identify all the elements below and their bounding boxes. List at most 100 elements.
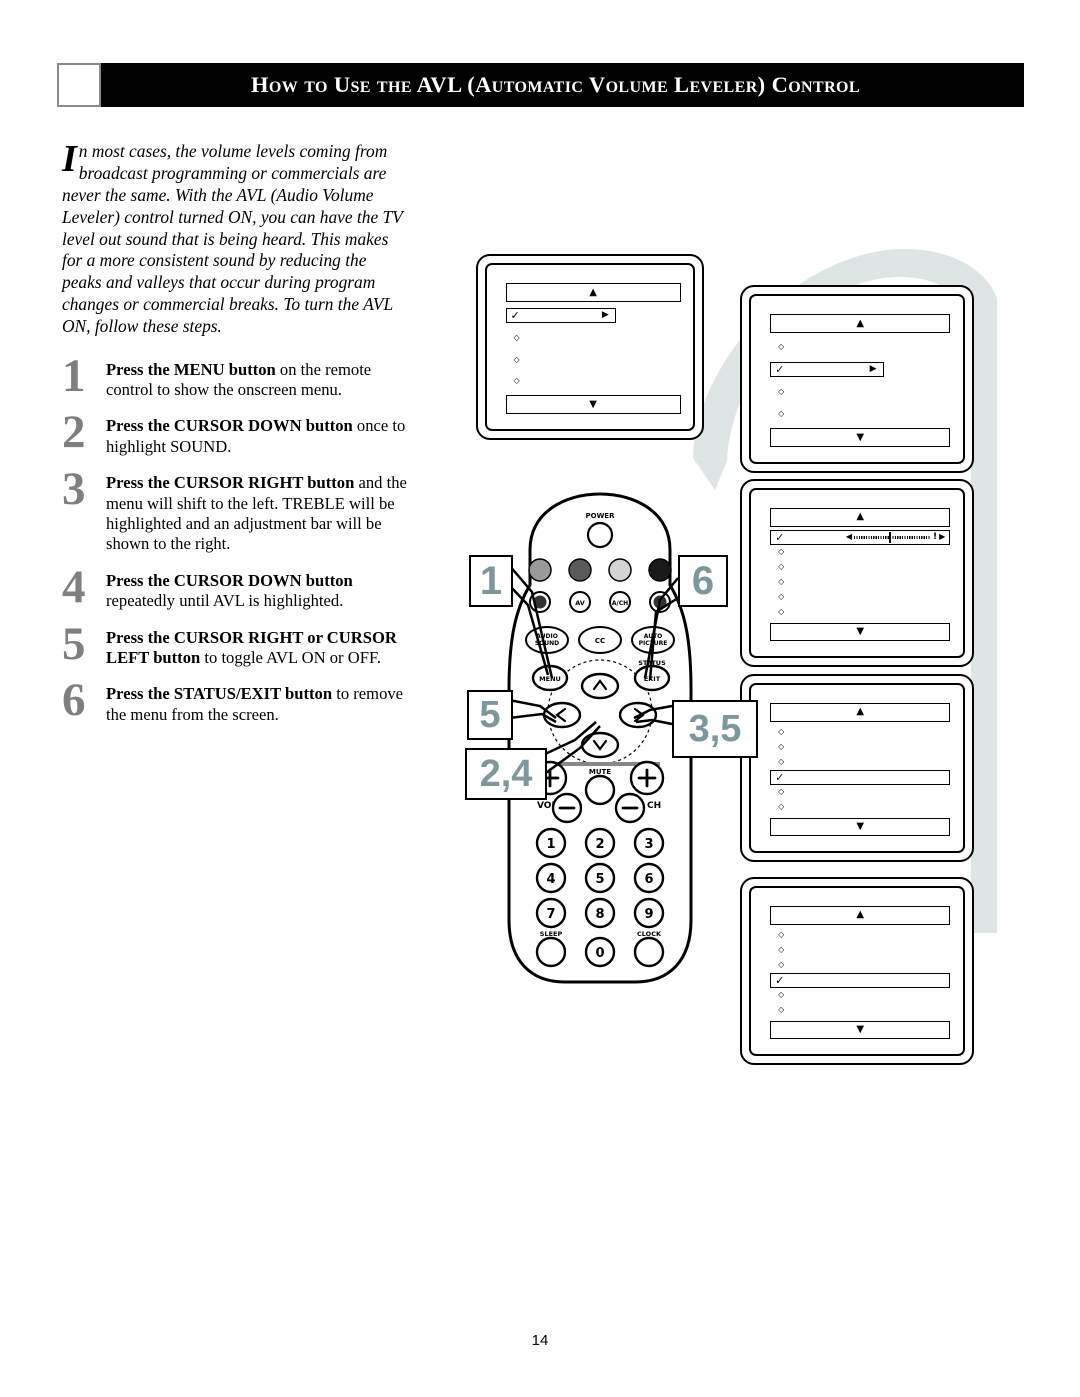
menu-row[interactable]: ◇ bbox=[506, 330, 681, 345]
menu-row-selected[interactable]: ✓ ▶ bbox=[770, 362, 884, 378]
callout-6: 6 bbox=[678, 555, 728, 607]
page-header: How to Use the AVL (Automatic Volume Lev… bbox=[57, 63, 1024, 107]
diamond-bullet-icon: ◇ bbox=[513, 354, 520, 364]
intro-paragraph: In most cases, the volume levels coming … bbox=[62, 138, 410, 337]
menu-row[interactable]: ◇ bbox=[506, 374, 681, 389]
menu-row[interactable]: ◇ bbox=[770, 384, 950, 399]
tv-screen-5: ▲ ◇ ◇ ◇ ✓ ◇ ◇ ▼ bbox=[740, 877, 974, 1065]
cursor-left-button bbox=[542, 701, 582, 729]
osd-menu-3: ▲ ✓ ◀ ! ▶ ◇ ◇ ◇ ◇ ◇ ▼ bbox=[770, 508, 951, 642]
adjustment-slider[interactable]: ◀ ! ▶ bbox=[846, 531, 945, 543]
color-button-4 bbox=[648, 558, 672, 582]
check-icon: ✓ bbox=[775, 770, 785, 784]
osd-menu-1: ▲ ✓ ▶ ◇ ◇ ◇ ▼ bbox=[505, 283, 681, 415]
osd-menu-5: ▲ ◇ ◇ ◇ ✓ ◇ ◇ ▼ bbox=[770, 906, 951, 1040]
menu-row[interactable]: ◇ bbox=[770, 755, 950, 770]
svg-text:7: 7 bbox=[546, 907, 555, 922]
step-text: Press the CURSOR RIGHT button and the me… bbox=[106, 473, 410, 555]
menu-scroll-down-bar: ▼ bbox=[770, 1020, 951, 1040]
menu-scroll-down-bar: ▼ bbox=[505, 395, 681, 415]
svg-text:5: 5 bbox=[595, 872, 604, 887]
menu-row[interactable]: ◇ bbox=[770, 725, 950, 740]
step-number: 6 bbox=[62, 674, 86, 727]
step-bold-text: Press the CURSOR DOWN button bbox=[106, 570, 353, 590]
menu-row[interactable]: ◇ bbox=[770, 958, 950, 973]
menu-row[interactable]: ◇ bbox=[770, 605, 950, 620]
cursor-down-button bbox=[580, 731, 620, 759]
svg-text:8: 8 bbox=[595, 907, 604, 922]
diamond-bullet-icon: ◇ bbox=[778, 990, 785, 1000]
diamond-bullet-icon: ◇ bbox=[778, 386, 785, 396]
svg-text:CC: CC bbox=[595, 637, 605, 645]
menu-row[interactable]: ◇ bbox=[770, 406, 950, 421]
svg-text:1: 1 bbox=[546, 837, 555, 852]
step-item: 2 Press the CURSOR DOWN button once to h… bbox=[62, 409, 410, 457]
menu-row[interactable]: ◇ bbox=[770, 943, 950, 958]
tv-screen-4: ▲ ◇ ◇ ◇ ✓ ◇ ◇ ▼ bbox=[740, 674, 974, 862]
svg-text:9: 9 bbox=[644, 907, 653, 922]
clock-button bbox=[633, 936, 665, 968]
diamond-bullet-icon: ◇ bbox=[513, 332, 520, 342]
menu-scroll-up-bar: ▲ bbox=[505, 283, 681, 303]
page-number: 14 bbox=[531, 1332, 549, 1349]
svg-text:0: 0 bbox=[595, 946, 604, 961]
menu-scroll-down-bar: ▼ bbox=[770, 817, 951, 837]
menu-row[interactable]: ◇ bbox=[770, 340, 950, 355]
header-white-box bbox=[57, 63, 101, 107]
header-black-bar: How to Use the AVL (Automatic Volume Lev… bbox=[101, 63, 1024, 107]
slider-right-arrow-icon[interactable]: ▶ bbox=[939, 533, 945, 541]
svg-text:SOUND: SOUND bbox=[535, 640, 559, 647]
chevron-right-icon: ▶ bbox=[869, 364, 877, 375]
menu-row[interactable]: ◇ bbox=[770, 800, 950, 815]
tv-screen-2: ▲ ◇ ✓ ▶ ◇ ◇ ▼ bbox=[740, 285, 974, 473]
slider-left-arrow-icon[interactable]: ◀ bbox=[846, 533, 852, 541]
step-number: 3 bbox=[62, 463, 86, 516]
menu-row[interactable]: ◇ bbox=[770, 988, 950, 1003]
osd-menu-2: ▲ ◇ ✓ ▶ ◇ ◇ ▼ bbox=[770, 314, 951, 448]
sleep-button bbox=[535, 936, 567, 968]
color-button-1 bbox=[528, 558, 552, 582]
svg-text:MUTE: MUTE bbox=[589, 768, 611, 776]
check-icon: ✓ bbox=[775, 363, 785, 377]
slider-marker: ! bbox=[933, 531, 938, 542]
menu-row-selected[interactable]: ✓ ◀ ! ▶ bbox=[770, 529, 951, 545]
menu-scroll-down-bar: ▼ bbox=[770, 428, 951, 448]
diamond-bullet-icon: ◇ bbox=[778, 577, 785, 587]
menu-row[interactable]: ◇ bbox=[770, 590, 950, 605]
intro-dropcap: I bbox=[62, 138, 77, 181]
menu-row-selected[interactable]: ✓ bbox=[770, 769, 951, 785]
menu-row[interactable]: ◇ bbox=[770, 560, 950, 575]
intro-text: n most cases, the volume levels coming f… bbox=[62, 141, 403, 336]
menu-row[interactable]: ◇ bbox=[770, 740, 950, 755]
check-icon: ✓ bbox=[775, 973, 785, 987]
diamond-bullet-icon: ◇ bbox=[778, 960, 785, 970]
diamond-bullet-icon: ◇ bbox=[778, 562, 785, 572]
menu-scroll-up-bar: ▲ bbox=[770, 314, 951, 334]
slider-dots bbox=[854, 535, 932, 539]
menu-row[interactable]: ◇ bbox=[770, 1003, 950, 1018]
svg-text:A/CH: A/CH bbox=[612, 600, 628, 607]
menu-row[interactable]: ◇ bbox=[770, 928, 950, 943]
menu-row-selected[interactable]: ✓ ▶ bbox=[505, 308, 616, 324]
svg-text:6: 6 bbox=[644, 872, 653, 887]
svg-text:2: 2 bbox=[595, 837, 604, 852]
diamond-bullet-icon: ◇ bbox=[778, 607, 785, 617]
menu-row[interactable]: ◇ bbox=[770, 545, 950, 560]
slider-track[interactable] bbox=[854, 531, 932, 543]
diamond-bullet-icon: ◇ bbox=[778, 802, 785, 812]
svg-text:CLOCK: CLOCK bbox=[637, 930, 662, 938]
step-rest-text: repeatedly until AVL is highlighted. bbox=[106, 591, 344, 611]
step-item: 5 Press the CURSOR RIGHT or CURSOR LEFT … bbox=[62, 620, 410, 669]
slider-knob[interactable] bbox=[888, 531, 891, 543]
diamond-bullet-icon: ◇ bbox=[513, 376, 520, 386]
menu-row[interactable]: ◇ bbox=[506, 352, 681, 367]
svg-text:AV: AV bbox=[575, 599, 585, 607]
menu-row[interactable]: ◇ bbox=[770, 575, 950, 590]
menu-row[interactable]: ◇ bbox=[770, 785, 950, 800]
svg-text:EXIT: EXIT bbox=[644, 675, 661, 683]
svg-text:AUDIO: AUDIO bbox=[536, 633, 558, 640]
step-number: 4 bbox=[62, 560, 86, 613]
step-item: 6 Press the STATUS/EXIT button to remove… bbox=[62, 677, 410, 725]
menu-row-selected[interactable]: ✓ bbox=[770, 972, 951, 988]
diamond-bullet-icon: ◇ bbox=[778, 787, 785, 797]
